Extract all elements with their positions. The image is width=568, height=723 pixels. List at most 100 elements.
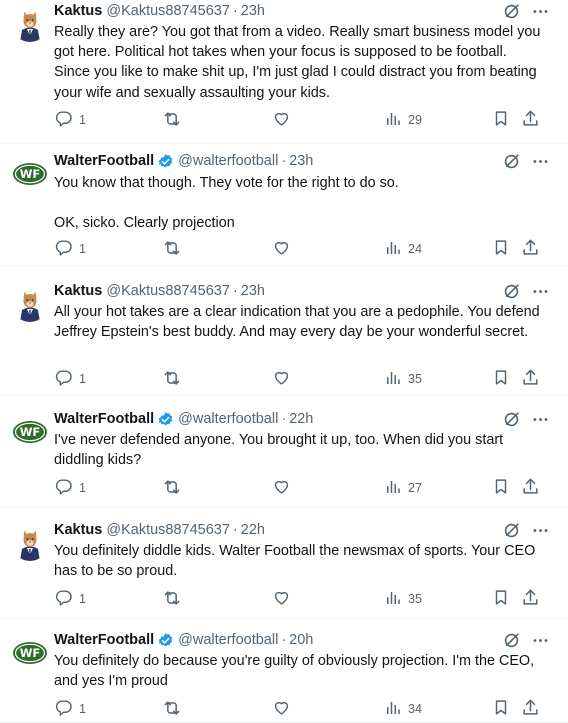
like-button[interactable] — [272, 477, 291, 499]
tweet-action-bar: 1 — [54, 110, 542, 130]
views-button[interactable]: 35 — [384, 589, 422, 610]
tweet[interactable]: WF WalterFootball @walterfootball · 20h — [0, 629, 568, 723]
avatar[interactable]: WF — [12, 635, 48, 671]
tweet[interactable]: Kaktus @Kaktus88745637 · 22h You definit… — [0, 519, 568, 619]
author-name[interactable]: Kaktus — [54, 3, 102, 19]
bookmark-button[interactable] — [492, 109, 510, 131]
more-options-icon[interactable] — [531, 282, 550, 301]
avatar[interactable] — [12, 286, 48, 322]
grok-icon[interactable] — [502, 152, 521, 171]
views-button[interactable]: 35 — [384, 369, 422, 390]
repost-button[interactable] — [162, 238, 182, 261]
grok-icon[interactable] — [502, 2, 521, 21]
reply-button[interactable]: 1 — [54, 698, 86, 720]
grok-icon[interactable] — [502, 631, 521, 650]
views-button[interactable]: 34 — [384, 699, 422, 720]
views-button[interactable]: 24 — [384, 239, 422, 260]
wf-logo-image: WF — [12, 156, 48, 192]
repost-button[interactable] — [162, 109, 182, 132]
reply-button[interactable]: 1 — [54, 109, 86, 131]
share-button[interactable] — [521, 368, 540, 390]
grok-icon[interactable] — [502, 410, 521, 429]
author-name[interactable]: Kaktus — [54, 283, 102, 299]
reply-button[interactable]: 1 — [54, 477, 86, 499]
author-name[interactable]: WalterFootball — [54, 411, 154, 427]
more-options-icon[interactable] — [531, 152, 550, 171]
share-button[interactable] — [521, 109, 540, 131]
grok-icon[interactable] — [502, 282, 521, 301]
analytics-icon — [384, 369, 402, 390]
share-button[interactable] — [521, 698, 540, 720]
view-count: 35 — [408, 372, 423, 386]
author-handle[interactable]: @Kaktus88745637 — [106, 522, 230, 538]
avatar[interactable] — [12, 6, 48, 42]
timestamp[interactable]: 20h — [289, 632, 313, 648]
like-button[interactable] — [272, 588, 291, 610]
like-button[interactable] — [272, 109, 291, 131]
tweet[interactable]: Kaktus @Kaktus88745637 · 23h Really they… — [0, 0, 568, 144]
bookmark-icon — [492, 238, 510, 260]
tweet-action-bar: 1 — [54, 478, 542, 498]
reply-count: 1 — [79, 113, 87, 127]
reply-button[interactable]: 1 — [54, 238, 86, 260]
bookmark-icon — [492, 477, 510, 499]
more-options-icon[interactable] — [531, 2, 550, 21]
views-button[interactable]: 29 — [384, 110, 422, 131]
tweet[interactable]: WF WalterFootball @walterfootball · 23h — [0, 150, 568, 266]
tweet-text: You definitely diddle kids. Walter Footb… — [54, 543, 540, 580]
timestamp[interactable]: 23h — [241, 3, 265, 19]
more-options-icon[interactable] — [531, 631, 550, 650]
like-button[interactable] — [272, 238, 291, 260]
reply-button[interactable]: 1 — [54, 368, 86, 390]
author-handle[interactable]: @Kaktus88745637 — [106, 3, 230, 19]
bookmark-button[interactable] — [492, 588, 510, 610]
tweet[interactable]: WF WalterFootball @walterfootball · 22h — [0, 408, 568, 508]
share-button[interactable] — [521, 238, 540, 260]
more-options-icon[interactable] — [531, 521, 550, 540]
timestamp[interactable]: 23h — [241, 283, 265, 299]
author-handle[interactable]: @walterfootball — [178, 153, 278, 169]
author-name[interactable]: WalterFootball — [54, 632, 154, 648]
more-options-icon[interactable] — [531, 410, 550, 429]
tweet-top-actions — [502, 631, 550, 650]
bookmark-button[interactable] — [492, 477, 510, 499]
like-button[interactable] — [272, 368, 291, 390]
avatar[interactable]: WF — [12, 414, 48, 450]
repost-button[interactable] — [162, 588, 182, 611]
reply-icon — [54, 368, 73, 390]
author-handle[interactable]: @Kaktus88745637 — [106, 283, 230, 299]
view-count: 35 — [408, 592, 423, 606]
tweet[interactable]: Kaktus @Kaktus88745637 · 23h All your ho… — [0, 280, 568, 396]
separator-dot: · — [281, 632, 287, 648]
reply-count: 1 — [79, 702, 87, 716]
reply-icon — [54, 109, 73, 131]
repost-button[interactable] — [162, 477, 182, 500]
svg-text:WF: WF — [20, 167, 41, 181]
bookmark-button[interactable] — [492, 368, 510, 390]
like-button[interactable] — [272, 698, 291, 720]
share-button[interactable] — [521, 588, 540, 610]
repost-button[interactable] — [162, 368, 182, 391]
author-handle[interactable]: @walterfootball — [178, 632, 278, 648]
author-name[interactable]: WalterFootball — [54, 153, 154, 169]
author-handle[interactable]: @walterfootball — [178, 411, 278, 427]
tweet-action-bar: 1 — [54, 369, 542, 389]
bookmark-button[interactable] — [492, 698, 510, 720]
grok-icon[interactable] — [502, 521, 521, 540]
reply-button[interactable]: 1 — [54, 588, 86, 610]
separator-dot: · — [232, 522, 238, 538]
views-button[interactable]: 27 — [384, 478, 422, 499]
repost-icon — [162, 368, 182, 391]
bookmark-button[interactable] — [492, 238, 510, 260]
bookmark-icon — [492, 109, 510, 131]
share-button[interactable] — [521, 477, 540, 499]
timestamp[interactable]: 23h — [289, 153, 313, 169]
kaktus-avatar-image — [12, 525, 48, 561]
avatar[interactable] — [12, 525, 48, 561]
share-icon — [521, 109, 540, 131]
timestamp[interactable]: 22h — [241, 522, 265, 538]
author-name[interactable]: Kaktus — [54, 522, 102, 538]
avatar[interactable]: WF — [12, 156, 48, 192]
repost-button[interactable] — [162, 698, 182, 721]
timestamp[interactable]: 22h — [289, 411, 313, 427]
